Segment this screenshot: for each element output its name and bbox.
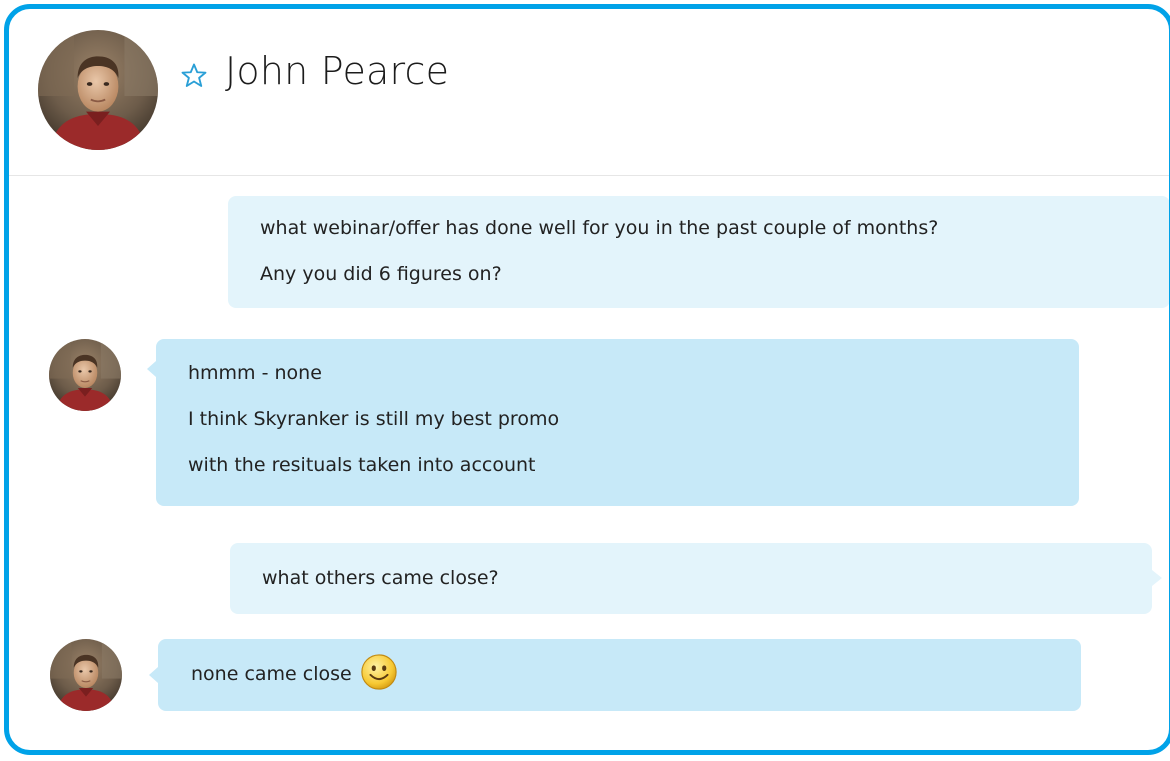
bubble-tail	[147, 361, 156, 377]
conversation-header: John Pearce	[9, 9, 1169, 176]
message-bubble-incoming[interactable]: hmmm - none I think Skyranker is still m…	[147, 339, 1079, 506]
smiley-icon	[361, 653, 397, 690]
message-text: with the resituals taken into account	[188, 454, 536, 476]
star-outline-icon[interactable]	[179, 61, 209, 91]
message-text: what others came close?	[262, 567, 499, 589]
message-text: what webinar/offer has done well for you…	[260, 217, 939, 239]
message-line: none came close	[191, 651, 1081, 697]
bubble-tail	[149, 667, 158, 683]
contact-name[interactable]: John Pearce	[225, 49, 449, 93]
message-text: none came close	[191, 663, 352, 685]
sender-avatar[interactable]	[50, 639, 122, 711]
contact-avatar[interactable]	[38, 30, 158, 150]
sender-avatar[interactable]	[49, 339, 121, 411]
message-text: Any you did 6 figures on?	[260, 263, 502, 285]
bubble-tail	[1152, 570, 1162, 586]
message-bubble-incoming[interactable]: none came close	[149, 639, 1081, 711]
message-bubble-outgoing[interactable]: what others came close?	[230, 543, 1162, 614]
message-text: hmmm - none	[188, 362, 322, 384]
chat-window: John Pearce what webinar/offer has done …	[4, 4, 1170, 755]
message-text: I think Skyranker is still my best promo	[188, 408, 560, 430]
message-bubble-outgoing[interactable]: what webinar/offer has done well for you…	[228, 196, 1169, 308]
